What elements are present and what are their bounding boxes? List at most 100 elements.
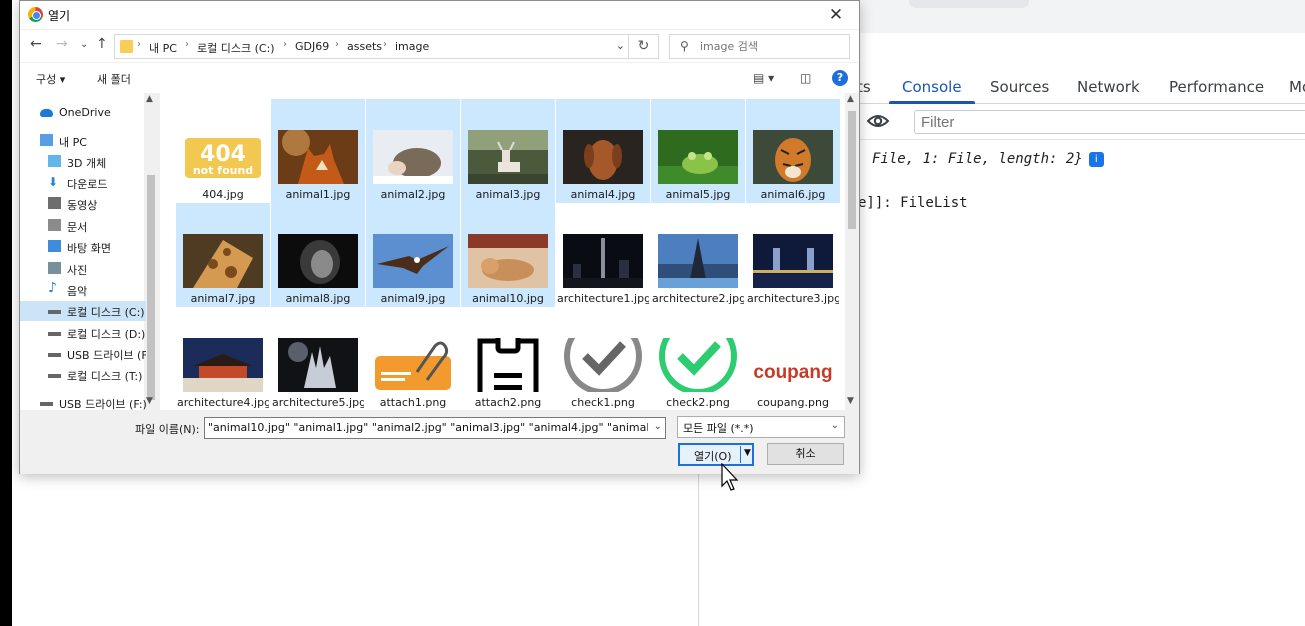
file-item-attach2-png[interactable]: attach2.png [461, 307, 555, 410]
file-name-label: architecture5.jpg [272, 396, 364, 409]
file-name-label: architecture4.jpg [177, 396, 269, 409]
nav-item-11[interactable]: USB 드라이브 (F:) [20, 344, 146, 364]
scroll-up-icon[interactable]: ▲ [847, 94, 854, 104]
nav-item-5[interactable]: 문서 [20, 216, 146, 236]
chevron-down-icon[interactable]: ⌄ [616, 39, 625, 52]
file-name-label: animal3.jpg [475, 188, 541, 201]
scrollbar-thumb[interactable] [147, 175, 155, 400]
breadcrumb-local-disk[interactable]: 로컬 디스크 (C:) [197, 40, 275, 56]
chevron-right-icon: › [185, 39, 189, 50]
file-item-coupang-png[interactable]: coupang coupang.png [746, 307, 840, 410]
file-name-label: check1.png [571, 396, 635, 409]
cancel-button[interactable]: 취소 [767, 443, 844, 465]
left-black-edge [0, 0, 12, 626]
nav-item-2[interactable]: 3D 개체 [20, 152, 146, 172]
scroll-down-icon[interactable]: ▼ [847, 396, 854, 406]
forward-arrow-icon[interactable]: → [56, 36, 68, 52]
filename-label: 파일 이름(N): [135, 423, 200, 436]
tab-network[interactable]: Network [1077, 78, 1140, 96]
file-item-animal4-jpg[interactable]: animal4.jpg [556, 99, 650, 203]
nav-item-9[interactable]: 로컬 디스크 (C:) [20, 301, 146, 321]
scroll-up-icon[interactable]: ▲ [146, 94, 153, 104]
nav-item-0[interactable]: OneDrive [20, 103, 146, 123]
info-icon[interactable]: i [1088, 151, 1104, 167]
nav-item-1[interactable]: 내 PC [20, 131, 146, 151]
dialog-titlebar: 열기 ✕ [20, 1, 859, 29]
help-icon[interactable]: ? [832, 70, 848, 86]
nav-item-label: 로컬 디스크 (C:) [67, 306, 145, 319]
file-thumbnail [563, 130, 643, 184]
file-thumbnail [658, 338, 738, 392]
scroll-down-icon[interactable]: ▼ [146, 396, 153, 406]
nav-item-8[interactable]: ♪ 음악 [20, 280, 146, 300]
file-item-check1-png[interactable]: check1.png [556, 307, 650, 410]
nav-item-4[interactable]: 동영상 [20, 194, 146, 214]
file-item-animal3-jpg[interactable]: animal3.jpg [461, 99, 555, 203]
file-item-check2-png[interactable]: check2.png [651, 307, 745, 410]
file-type-select[interactable]: 모든 파일 (*.*) ⌄ [677, 416, 845, 438]
filename-input[interactable]: "animal10.jpg" "animal1.jpg" "animal2.jp… [204, 417, 666, 439]
file-thumbnail [563, 234, 643, 288]
file-item-architecture5-jpg[interactable]: architecture5.jpg [271, 307, 365, 410]
file-list-scrollbar[interactable]: ▲ ▼ [845, 93, 859, 410]
tab-sources[interactable]: Sources [990, 78, 1049, 96]
file-name-label: animal8.jpg [285, 292, 351, 305]
file-thumbnail [468, 338, 548, 392]
breadcrumb-image[interactable]: image [395, 40, 429, 53]
file-thumbnail [278, 130, 358, 184]
file-item-animal10-jpg[interactable]: animal10.jpg [461, 203, 555, 307]
console-filter-input[interactable] [914, 110, 1305, 134]
recent-dropdown-icon[interactable]: ⌄ [80, 39, 88, 50]
nav-item-7[interactable]: 사진 [20, 259, 146, 279]
nav-item-label: 바탕 화면 [67, 242, 111, 255]
nav-scrollbar[interactable]: ▲ ▼ [144, 93, 158, 410]
refresh-button[interactable]: ↻ [629, 34, 659, 59]
file-name-label: animal2.jpg [380, 188, 446, 201]
file-item-animal5-jpg[interactable]: animal5.jpg [651, 99, 745, 203]
scrollbar-thumb[interactable] [848, 111, 856, 229]
file-item-animal1-jpg[interactable]: animal1.jpg [271, 99, 365, 203]
nav-item-label: 다운로드 [67, 178, 108, 191]
nav-item-12[interactable]: 로컬 디스크 (T:) [20, 365, 146, 385]
breadcrumb-this-pc[interactable]: 내 PC [149, 40, 177, 56]
file-item-architecture4-jpg[interactable]: architecture4.jpg [176, 307, 270, 410]
file-item-404-jpg[interactable]: 404 not found 404.jpg [176, 99, 270, 203]
close-button[interactable]: ✕ [813, 1, 859, 29]
new-folder-button[interactable]: 새 폴더 [97, 71, 131, 87]
tab-performance[interactable]: Performance [1169, 78, 1264, 96]
file-item-architecture3-jpg[interactable]: architecture3.jpg [746, 203, 840, 307]
file-item-animal6-jpg[interactable]: animal6.jpg [746, 99, 840, 203]
address-bar[interactable]: › 내 PC › 로컬 디스크 (C:) › GDJ69 › assets › … [114, 34, 629, 59]
organize-menu[interactable]: 구성 ▾ [36, 71, 65, 87]
nav-item-3[interactable]: ⬇ 다운로드 [20, 173, 146, 193]
file-item-architecture1-jpg[interactable]: architecture1.jpg [556, 203, 650, 307]
tab-more-partial[interactable]: Mo [1289, 78, 1305, 96]
file-item-animal8-jpg[interactable]: animal8.jpg [271, 203, 365, 307]
back-arrow-icon[interactable]: ← [30, 36, 42, 52]
caret-down-icon[interactable]: ▼ [744, 448, 751, 458]
file-thumbnail: 404 not found [183, 130, 263, 184]
preview-pane-icon[interactable]: ◫ [800, 71, 811, 85]
nav-item-6[interactable]: 바탕 화면 [20, 237, 146, 257]
eye-icon[interactable] [867, 113, 889, 129]
file-item-animal7-jpg[interactable]: animal7.jpg [176, 203, 270, 307]
file-item-architecture2-jpg[interactable]: architecture2.jpg [651, 203, 745, 307]
search-box[interactable]: ⚲ [669, 34, 850, 59]
file-item-animal9-jpg[interactable]: animal9.jpg [366, 203, 460, 307]
search-input[interactable] [700, 38, 845, 55]
navigation-pane: ▲ ▼ OneDrive 내 PC 3D 개체 ⬇ 다운로드 동영상 문서바탕 화면사진 ♪ 음… [20, 93, 158, 411]
file-item-attach1-png[interactable]: attach1.png [366, 307, 460, 410]
view-options-icon[interactable]: ▤ ▾ [753, 71, 774, 85]
breadcrumb-assets[interactable]: assets [347, 40, 382, 53]
open-button[interactable]: 열기(O) ▼ [678, 443, 754, 466]
file-name-label: attach1.png [379, 396, 447, 409]
file-type-value: 모든 파일 (*.*) [683, 422, 754, 435]
chevron-down-icon[interactable]: ⌄ [654, 421, 662, 432]
tab-console[interactable]: Console [902, 78, 962, 96]
filename-value[interactable]: "animal10.jpg" "animal1.jpg" "animal2.jp… [208, 421, 648, 434]
file-item-animal2-jpg[interactable]: animal2.jpg [366, 99, 460, 203]
file-thumbnail [753, 130, 833, 184]
breadcrumb-gdj69[interactable]: GDJ69 [295, 40, 329, 53]
up-arrow-icon[interactable]: ↑ [96, 36, 108, 52]
nav-item-10[interactable]: 로컬 디스크 (D:) [20, 323, 146, 343]
